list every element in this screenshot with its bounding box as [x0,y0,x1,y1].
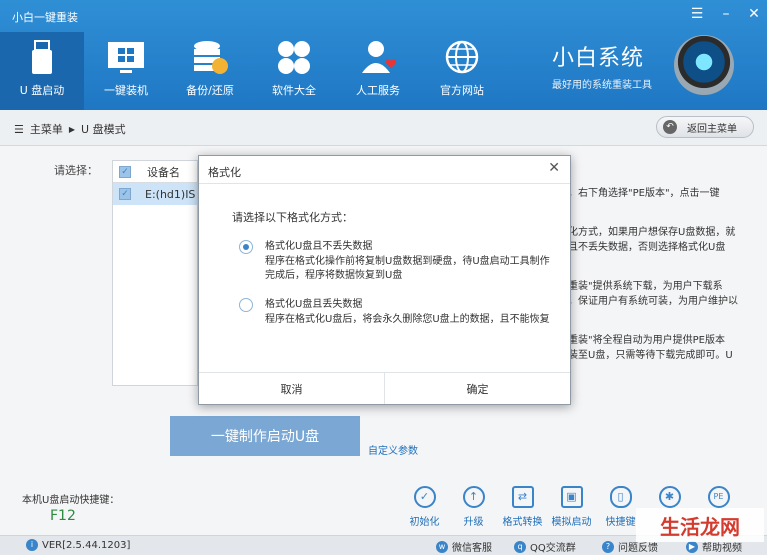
apps-grid-icon [278,41,310,74]
brand-slogan: 最好用的系统重装工具 [552,80,652,91]
nav-usb-boot[interactable]: U 盘启动 [0,32,84,110]
select-all-checkbox[interactable]: ✓ [119,165,131,178]
option-description: 程序在格式化U盘后，将会永久删除您U盘上的数据，且不能恢复 [265,314,550,325]
play-icon: ▶ [686,540,698,553]
make-boot-usb-button[interactable]: 一键制作启动U盘 [170,416,360,456]
option-title: 格式化U盘且丢失数据 [265,299,363,310]
top-bar: 小白一键重装 ☰ – ✕ U 盘启动 一键装机 备份/还原 软件大全 人工服务 … [0,0,767,110]
table-row[interactable]: ✓ E:(hd1)IS [113,183,197,205]
minimize-icon[interactable]: – [717,6,735,22]
database-icon [194,41,228,74]
row-checkbox[interactable]: ✓ [119,188,131,200]
back-arrow-icon: ↶ [663,120,677,134]
gear-icon: ✱ [658,486,681,508]
wechat-icon: w [436,540,448,553]
tool-simulate-boot[interactable]: ▣ 模拟启动 [547,486,596,528]
dialog-title: 格式化 [208,166,241,179]
main-nav: U 盘启动 一键装机 备份/还原 软件大全 人工服务 官方网站 [0,32,504,110]
nav-one-click-install[interactable]: 一键装机 [84,32,168,110]
nav-official-site[interactable]: 官方网站 [420,32,504,110]
brand: 小白系统 最好用的系统重装工具 [552,40,652,91]
windows-monitor-icon [108,42,144,73]
brand-logo-icon [674,35,734,95]
breadcrumb-root[interactable]: 主菜单 [30,121,63,137]
nav-software[interactable]: 软件大全 [252,32,336,110]
dialog-header: 格式化 ✕ [199,156,570,184]
menu-icon[interactable]: ☰ [688,6,706,22]
cancel-button[interactable]: 取消 [199,373,385,404]
hotkey-label: 本机U盘启动快捷键： [22,495,120,506]
format-dialog: 格式化 ✕ 请选择以下格式化方式： 格式化U盘且不丢失数据 程序在格式化操作前将… [198,155,571,405]
qq-icon: q [514,540,526,553]
list-icon: ☰ [14,122,24,136]
pe-icon: PE [707,486,730,508]
close-icon[interactable]: ✕ [548,160,560,176]
globe-icon [445,40,479,74]
nav-backup-restore[interactable]: 备份/还原 [168,32,252,110]
info-icon: i [26,539,38,551]
choose-label: 请选择： [54,164,98,177]
option-description: 程序在格式化操作前将复制U盘数据到硬盘，待U盘启动工具制作 [265,256,550,267]
triangle-right-icon: ▶ [68,124,76,134]
hotkey-value: F12 [50,508,76,524]
instructions-text: ，右下角选择"PE版本"，点击一键 化方式，如果用户想保存U盘数据，就 且不丢失… [568,188,738,361]
breadcrumb-current: U 盘模式 [81,123,126,136]
confirm-button[interactable]: 确定 [385,373,570,404]
watermark: 生活龙网 [636,508,764,542]
convert-icon: ⇄ [511,486,534,508]
version-info: i VER[2.5.44.1203] [26,539,130,551]
device-table-header: ✓ 设备名 [113,161,197,183]
upgrade-arrow-icon: ↑ [462,486,485,508]
nav-manual-service[interactable]: 人工服务 [336,32,420,110]
keep-data-radio[interactable] [239,240,253,254]
close-window-icon[interactable]: ✕ [745,6,763,22]
app-title: 小白一键重装 [12,11,78,24]
breadcrumb-bar: ☰ 主菜单 ▶ U 盘模式 ↶ 返回主菜单 [0,110,767,146]
person-heart-icon [362,41,397,73]
breadcrumb: ☰ 主菜单 ▶ U 盘模式 [14,121,126,137]
tool-format-convert[interactable]: ⇄ 格式转换 [498,486,547,528]
check-circle-icon: ✓ [413,486,436,508]
option-description: 完成后，程序将数据恢复到U盘 [265,270,403,281]
brand-name: 小白系统 [552,46,645,71]
usb-drive-icon [32,40,52,74]
lose-data-radio[interactable] [239,298,253,312]
feedback-icon: ? [602,540,614,553]
back-to-main-button[interactable]: ↶ 返回主菜单 [656,116,754,138]
tool-upgrade[interactable]: ↑ 升级 [449,486,498,528]
qq-group-link[interactable]: q QQ交流群 [514,539,576,554]
dialog-prompt: 请选择以下格式化方式： [232,211,353,224]
option-title: 格式化U盘且不丢失数据 [265,241,373,252]
dialog-footer: 取消 确定 [199,372,570,404]
mouse-icon: ▯ [609,486,632,508]
simulate-icon: ▣ [560,486,583,508]
wechat-support-link[interactable]: w 微信客服 [436,539,492,554]
device-table: ✓ 设备名 ✓ E:(hd1)IS [112,160,198,386]
custom-params-link[interactable]: 自定义参数 [368,442,418,457]
tool-initialize[interactable]: ✓ 初始化 [400,486,449,528]
